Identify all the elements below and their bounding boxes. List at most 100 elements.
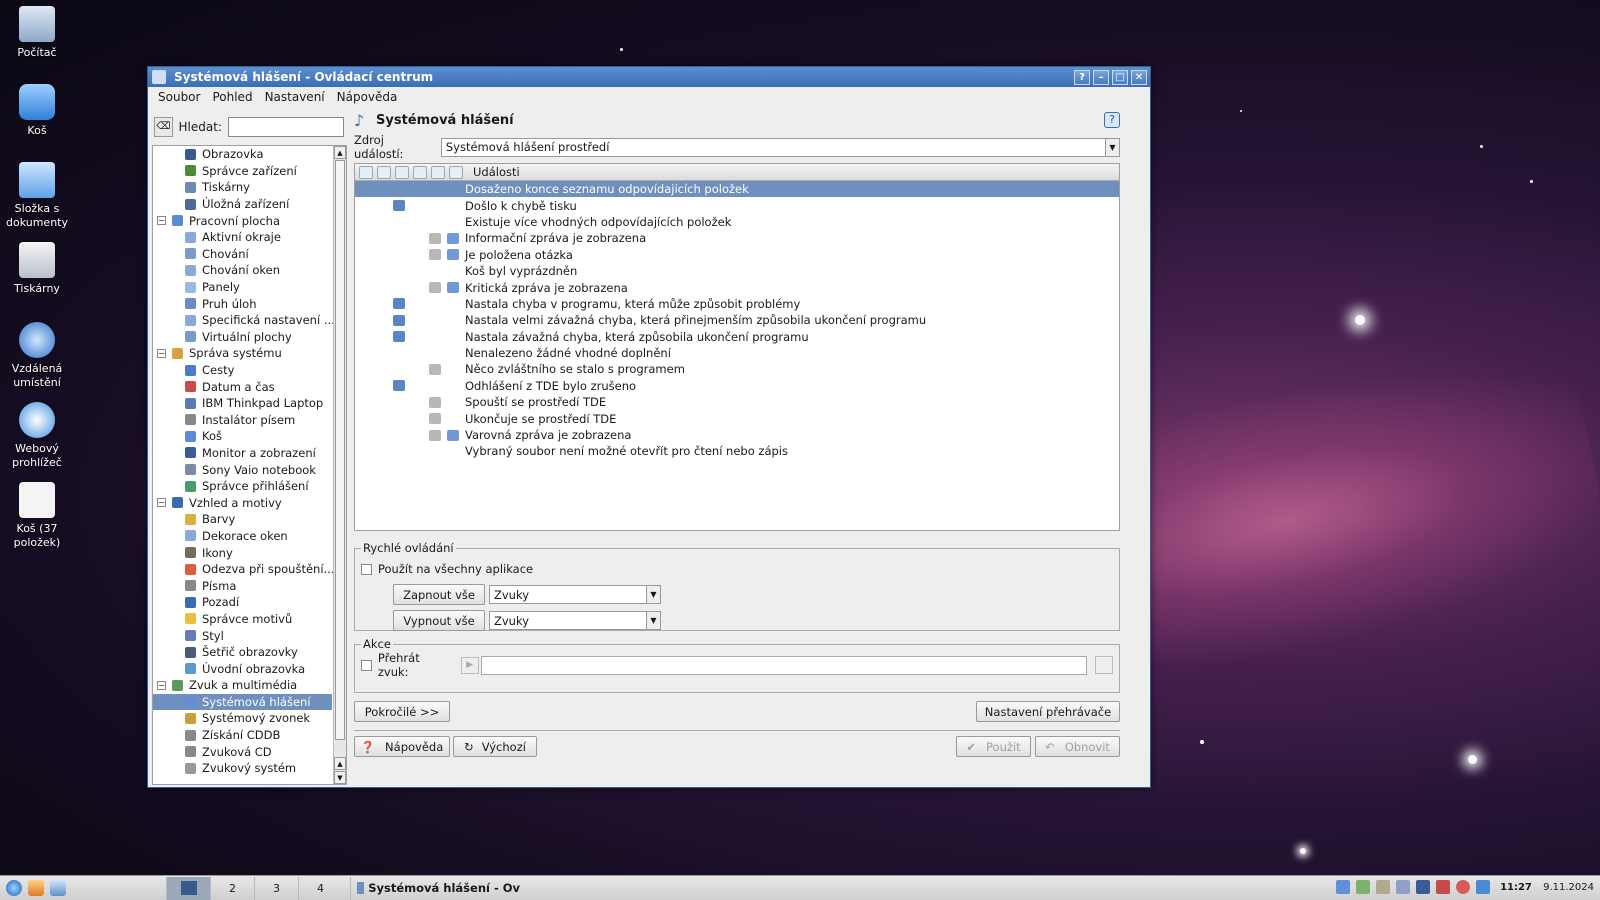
sound-enabled-icon[interactable]	[393, 200, 405, 212]
titlebar[interactable]: Systémová hlášení - Ovládací centrum ? –…	[148, 67, 1150, 87]
tray-network-icon[interactable]	[1356, 880, 1370, 894]
messagebox-enabled-icon[interactable]	[447, 232, 459, 244]
tree-group[interactable]: − Správa systému	[153, 345, 346, 362]
desktop-2[interactable]: 2	[210, 876, 254, 900]
scroll-thumb[interactable]	[335, 160, 345, 740]
disable-all-select[interactable]: Zvuky ▼	[489, 611, 661, 630]
disable-all-button[interactable]: Vypnout vše	[393, 610, 485, 631]
help-button[interactable]: ❓ Nápověda	[354, 736, 450, 757]
tree-item[interactable]: Chování oken	[153, 262, 346, 279]
search-input[interactable]	[228, 117, 344, 137]
tree-item[interactable]: IBM Thinkpad Laptop	[153, 395, 346, 412]
tree-item[interactable]: Instalátor písem	[153, 412, 346, 429]
play-sound-checkbox[interactable]	[361, 659, 372, 671]
help-window-button[interactable]: ?	[1074, 69, 1090, 85]
scroll-up-icon[interactable]: ▲	[334, 757, 346, 770]
tree-item[interactable]: Specifická nastavení ...	[153, 312, 346, 329]
tree-item[interactable]: Obrazovka	[153, 146, 346, 163]
tree-item[interactable]: Písma	[153, 577, 346, 594]
menu-settings[interactable]: Nastavení	[265, 90, 325, 104]
tray-monitor-icon[interactable]	[1336, 880, 1350, 894]
chevron-down-icon[interactable]: ▼	[646, 586, 660, 603]
tree-item[interactable]: Pruh úloh	[153, 295, 346, 312]
tree-item[interactable]: Správce přihlášení	[153, 478, 346, 495]
defaults-button[interactable]: ↻ Výchozí	[453, 736, 537, 757]
desktop-icon-browser[interactable]: Webový prohlížeč	[4, 402, 70, 470]
sound-enabled-icon[interactable]	[393, 331, 405, 343]
tree-item[interactable]: Datum a čas	[153, 378, 346, 395]
tree-item[interactable]: Koš	[153, 428, 346, 445]
apply-button[interactable]: ✔ Použít	[956, 736, 1031, 757]
sound-enabled-icon[interactable]	[393, 298, 405, 310]
tree-item[interactable]: Tiskárny	[153, 179, 346, 196]
tray-bluetooth-icon[interactable]	[1476, 880, 1490, 894]
stderr-column-icon[interactable]	[413, 165, 427, 179]
sound-enabled-icon[interactable]	[393, 380, 405, 392]
log-enabled-icon[interactable]	[429, 396, 441, 408]
sound-file-input[interactable]	[480, 655, 1088, 675]
apply-all-row[interactable]: Použít na všechny aplikace	[361, 559, 1113, 579]
help-icon[interactable]: ?	[1104, 112, 1120, 128]
messagebox-column-icon[interactable]	[431, 165, 445, 179]
desktop-3[interactable]: 3	[254, 876, 298, 900]
log-column-icon[interactable]	[377, 165, 391, 179]
tree-item[interactable]: Monitor a zobrazení	[153, 445, 346, 462]
event-row[interactable]: Informační zpráva je zobrazena	[355, 230, 1119, 246]
collapse-icon[interactable]: −	[157, 498, 166, 508]
collapse-icon[interactable]: −	[157, 216, 166, 226]
log-enabled-icon[interactable]	[429, 282, 441, 294]
desktop-icon-remote[interactable]: Vzdálená umístění	[4, 322, 70, 390]
desktop-icon[interactable]	[50, 880, 66, 896]
desktop-1-icon[interactable]	[166, 876, 210, 900]
event-row[interactable]: Ukončuje se prostředí TDE	[355, 410, 1119, 426]
scroll-up-icon[interactable]: ▲	[334, 146, 346, 159]
tree-scrollbar[interactable]: ▲ ▲ ▼	[333, 146, 346, 784]
menu-help[interactable]: Nápověda	[337, 90, 398, 104]
event-row[interactable]: Je položena otázka	[355, 247, 1119, 263]
tree-item[interactable]: Úvodní obrazovka	[153, 660, 346, 677]
log-enabled-icon[interactable]	[429, 363, 441, 375]
player-settings-button[interactable]: Nastavení přehrávače	[976, 701, 1120, 722]
log-enabled-icon[interactable]	[429, 413, 441, 425]
tree-item[interactable]: Zvukový systém	[153, 760, 346, 777]
tree-item[interactable]: Panely	[153, 279, 346, 296]
tree-item[interactable]: Styl	[153, 627, 346, 644]
event-row[interactable]: Došlo k chybě tisku	[355, 197, 1119, 213]
event-row[interactable]: Nenalezeno žádné vhodné doplnění	[355, 345, 1119, 361]
log-enabled-icon[interactable]	[429, 249, 441, 261]
messagebox-enabled-icon[interactable]	[447, 249, 459, 261]
tray-keyboard-icon[interactable]	[1436, 880, 1450, 894]
play-icon[interactable]: ▶	[460, 656, 479, 674]
task-button[interactable]: Systémová hlášení - Ov	[350, 876, 520, 900]
advanced-button[interactable]: Pokročilé >>	[354, 701, 450, 722]
tree-group[interactable]: − Vzhled a motivy	[153, 494, 346, 511]
tree-item[interactable]: Sony Vaio notebook	[153, 461, 346, 478]
tde-menu-icon[interactable]	[6, 880, 22, 896]
desktop-icon-printers[interactable]: Tiskárny	[4, 242, 70, 296]
open-folder-icon[interactable]	[1095, 656, 1113, 674]
event-row[interactable]: Něco zvláštního se stalo s programem	[355, 361, 1119, 377]
taskbar-column-icon[interactable]	[449, 165, 463, 179]
menu-file[interactable]: Soubor	[158, 90, 200, 104]
tree-item[interactable]: Správce motivů	[153, 611, 346, 628]
event-source-select[interactable]: Systémová hlášení prostředí ▼	[440, 137, 1120, 157]
tree-item[interactable]: Ikony	[153, 544, 346, 561]
event-row[interactable]: Odhlášení z TDE bylo zrušeno	[355, 378, 1119, 394]
event-row[interactable]: Dosaženo konce seznamu odpovídajících po…	[355, 181, 1119, 198]
home-icon[interactable]	[28, 880, 44, 896]
log-enabled-icon[interactable]	[429, 232, 441, 244]
tree-item[interactable]: Barvy	[153, 511, 346, 528]
tree-item[interactable]: Virtuální plochy	[153, 329, 346, 346]
apply-all-checkbox[interactable]	[361, 563, 372, 575]
event-row[interactable]: Spouští se prostředí TDE	[355, 394, 1119, 410]
tree-item[interactable]: Aktivní okraje	[153, 229, 346, 246]
tree-item[interactable]: Šetřič obrazovky	[153, 644, 346, 661]
event-row[interactable]: Existuje více vhodných odpovídajících po…	[355, 214, 1119, 230]
desktop-icon-trash[interactable]: Koš	[4, 84, 70, 138]
clock[interactable]: 11:27 9.11.2024	[1500, 882, 1594, 893]
event-row[interactable]: Koš byl vyprázdněn	[355, 263, 1119, 279]
tree-item[interactable]: Získání CDDB	[153, 727, 346, 744]
scroll-down-icon[interactable]: ▼	[334, 771, 346, 784]
event-row[interactable]: Vybraný soubor není možné otevřít pro čt…	[355, 443, 1119, 459]
tree-item[interactable]: Chování	[153, 246, 346, 263]
